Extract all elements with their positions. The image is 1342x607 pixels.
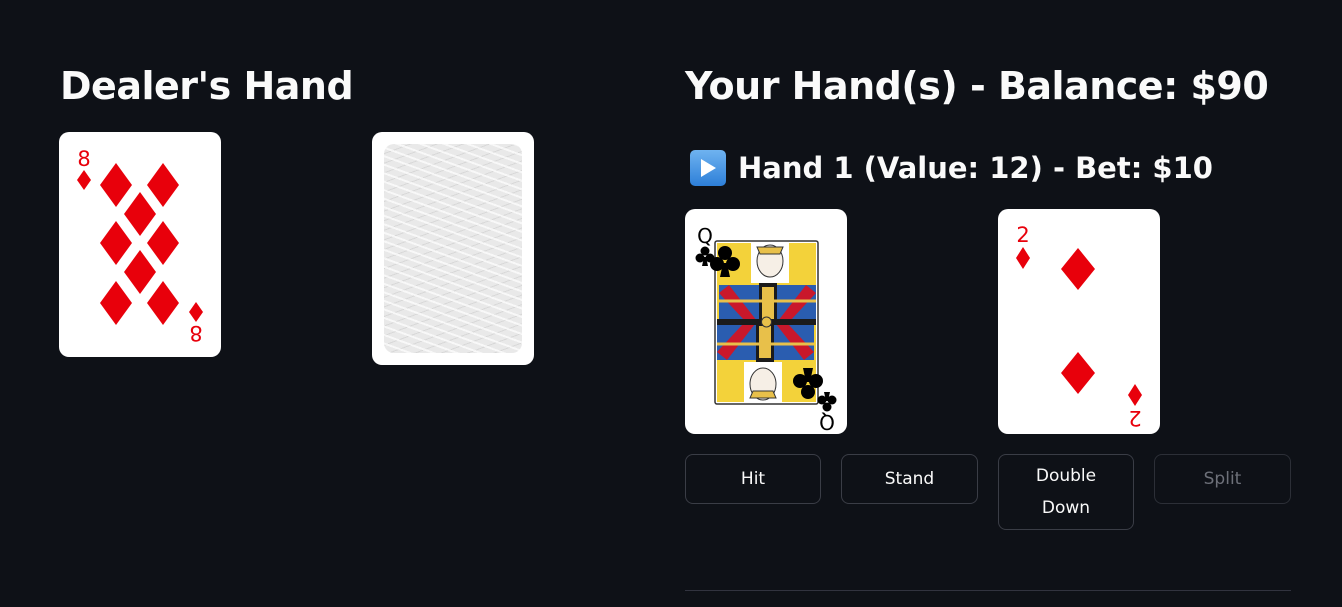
stand-button[interactable]: Stand [841,454,978,504]
diamond-icon [1061,352,1095,394]
diamond-icon [124,192,156,236]
club-icon [817,392,837,412]
card-back-pattern [384,144,522,353]
card-rank: Q [819,410,835,434]
card-pips [1061,248,1095,394]
diamond-icon [1128,384,1142,406]
diamond-icon [1061,248,1095,290]
card-index-bottom: 2 [1128,384,1142,430]
hit-button[interactable]: Hit [685,454,821,504]
hand-1-header: Hand 1 (Value: 12) - Bet: $10 [690,150,1213,186]
card-pips [100,163,179,325]
diamond-icon [1016,247,1030,269]
card-index-top: 8 [77,147,91,190]
double-down-button[interactable]: Double Down [998,454,1134,530]
diamond-icon [147,281,179,325]
card-rank: 2 [1128,406,1141,430]
player-hand-title: Your Hand(s) - Balance: $90 [685,64,1269,108]
hand-1-title: Hand 1 (Value: 12) - Bet: $10 [738,151,1213,185]
queen-face-art [710,240,823,405]
diamond-icon [147,221,179,265]
diamond-icon [124,250,156,294]
card-rank: 2 [1016,223,1029,247]
diamond-icon [100,163,132,207]
card-rank: 8 [77,147,90,171]
split-button[interactable]: Split [1154,454,1291,504]
play-button-icon [690,150,726,186]
card-index-top: 2 [1016,223,1030,269]
diamond-icon [77,170,91,190]
dealer-card-8-of-diamonds: 8 8 [59,132,221,357]
card-rank: 8 [189,321,202,345]
section-divider [685,590,1291,591]
dealer-hand-title: Dealer's Hand [60,64,354,108]
card-index-bottom: Q [817,392,837,434]
card-rank: Q [697,224,713,248]
card-index-bottom: 8 [189,302,203,345]
diamond-icon [100,221,132,265]
dealer-card-face-down [372,132,534,365]
player-card-queen-of-clubs: Q Q [685,209,847,434]
diamond-icon [189,302,203,322]
diamond-icon [147,163,179,207]
player-card-2-of-diamonds: 2 2 [998,209,1160,434]
diamond-icon [100,281,132,325]
